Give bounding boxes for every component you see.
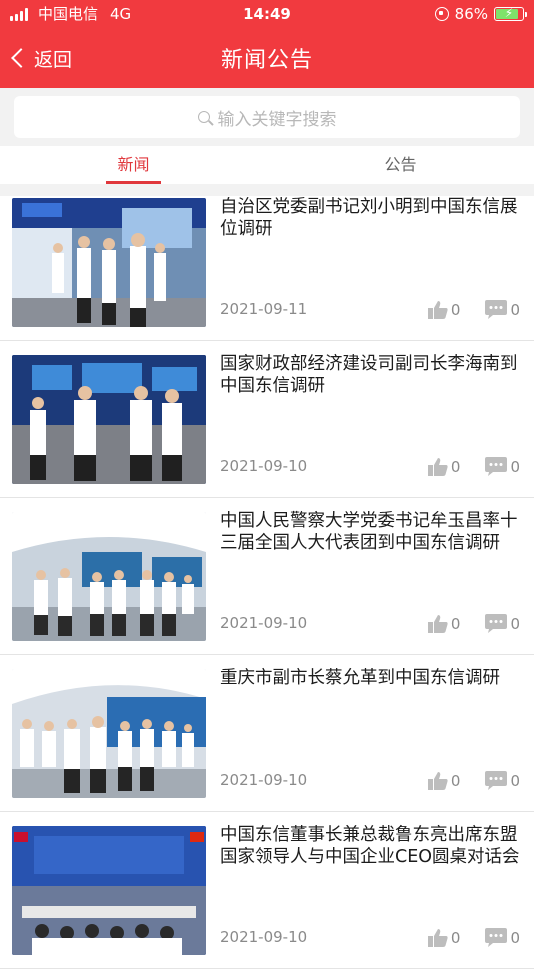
list-item[interactable]: 重庆市副市长蔡允革到中国东信调研 2021-09-10 0 0 xyxy=(0,667,534,812)
thumbs-up-icon xyxy=(427,615,448,633)
comment-button[interactable]: 0 xyxy=(484,457,520,477)
comment-count: 0 xyxy=(510,301,520,319)
comment-bubble-icon xyxy=(485,457,508,476)
thumbs-up-icon xyxy=(427,929,448,947)
like-button[interactable]: 0 xyxy=(427,300,461,320)
battery-percent: 86% xyxy=(454,5,488,23)
nav-bar: 返回 新闻公告 xyxy=(0,28,534,88)
news-date: 2021-09-10 xyxy=(220,457,308,475)
search-area: 输入关键字搜索 xyxy=(0,88,534,146)
comment-count: 0 xyxy=(510,772,520,790)
like-button[interactable]: 0 xyxy=(427,614,461,634)
top-bar: 中国电信 4G 14:49 86% ⚡ 返回 新闻公告 xyxy=(0,0,534,88)
thumbs-up-icon xyxy=(427,301,448,319)
news-thumbnail xyxy=(12,355,206,484)
comment-button[interactable]: 0 xyxy=(484,300,520,320)
thumbs-up-icon xyxy=(427,458,448,476)
news-thumbnail xyxy=(12,198,206,327)
news-title: 国家财政部经济建设司副司长李海南到中国东信调研 xyxy=(220,354,518,396)
comment-button[interactable]: 0 xyxy=(484,771,520,791)
comment-button[interactable]: 0 xyxy=(484,614,520,634)
search-icon xyxy=(197,111,210,123)
news-date: 2021-09-11 xyxy=(220,300,308,318)
like-button[interactable]: 0 xyxy=(427,928,461,948)
comment-bubble-icon xyxy=(485,928,508,947)
news-date: 2021-09-10 xyxy=(220,928,308,946)
battery-icon: ⚡ xyxy=(494,6,527,21)
like-count: 0 xyxy=(450,772,461,790)
thumbs-up-icon xyxy=(427,772,448,790)
list-item[interactable]: 中国人民警察大学党委书记牟玉昌率十三届全国人大代表团到中国东信调研 2021-0… xyxy=(0,510,534,655)
news-meta: 0 0 xyxy=(427,457,520,477)
comment-bubble-icon xyxy=(485,614,508,633)
news-meta: 0 0 xyxy=(427,300,520,320)
status-right: 86% ⚡ xyxy=(434,0,527,28)
news-thumbnail xyxy=(12,669,206,798)
like-count: 0 xyxy=(450,615,461,633)
list-item[interactable]: 中国东信董事长兼总裁鲁东亮出席东盟国家领导人与中国企业CEO圆桌对话会 2021… xyxy=(0,824,534,969)
list-item[interactable]: 自治区党委副书记刘小明到中国东信展位调研 2021-09-11 0 0 xyxy=(0,196,534,341)
news-meta: 0 0 xyxy=(427,614,520,634)
like-count: 0 xyxy=(450,458,461,476)
like-button[interactable]: 0 xyxy=(427,771,461,791)
like-count: 0 xyxy=(450,301,461,319)
news-list: 自治区党委副书记刘小明到中国东信展位调研 2021-09-11 0 0 国家财政… xyxy=(0,196,534,969)
news-meta: 0 0 xyxy=(427,928,520,948)
tab-news[interactable]: 新闻 xyxy=(0,146,267,184)
comment-count: 0 xyxy=(510,615,520,633)
comment-bubble-icon xyxy=(485,771,508,790)
news-title: 自治区党委副书记刘小明到中国东信展位调研 xyxy=(220,197,518,239)
news-date: 2021-09-10 xyxy=(220,614,308,632)
news-meta: 0 0 xyxy=(427,771,520,791)
search-input[interactable]: 输入关键字搜索 xyxy=(14,96,520,138)
like-button[interactable]: 0 xyxy=(427,457,461,477)
section-divider xyxy=(0,184,534,196)
tab-announcements[interactable]: 公告 xyxy=(267,146,534,184)
news-title: 重庆市副市长蔡允革到中国东信调研 xyxy=(220,668,500,688)
comment-bubble-icon xyxy=(485,300,508,319)
news-title: 中国人民警察大学党委书记牟玉昌率十三届全国人大代表团到中国东信调研 xyxy=(220,511,518,553)
orientation-lock-icon xyxy=(434,7,449,21)
news-title: 中国东信董事长兼总裁鲁东亮出席东盟国家领导人与中国企业CEO圆桌对话会 xyxy=(220,825,520,867)
search-placeholder: 输入关键字搜索 xyxy=(217,109,337,130)
like-count: 0 xyxy=(450,929,461,947)
list-item[interactable]: 国家财政部经济建设司副司长李海南到中国东信调研 2021-09-10 0 0 xyxy=(0,353,534,498)
comment-count: 0 xyxy=(510,929,520,947)
page-title: 新闻公告 xyxy=(220,48,313,73)
news-thumbnail xyxy=(12,826,206,955)
news-thumbnail xyxy=(12,512,206,641)
comment-count: 0 xyxy=(510,458,520,476)
news-date: 2021-09-10 xyxy=(220,771,308,789)
tab-bar: 新闻 公告 xyxy=(0,146,534,184)
status-bar: 中国电信 4G 14:49 86% ⚡ xyxy=(0,0,534,28)
comment-button[interactable]: 0 xyxy=(484,928,520,948)
